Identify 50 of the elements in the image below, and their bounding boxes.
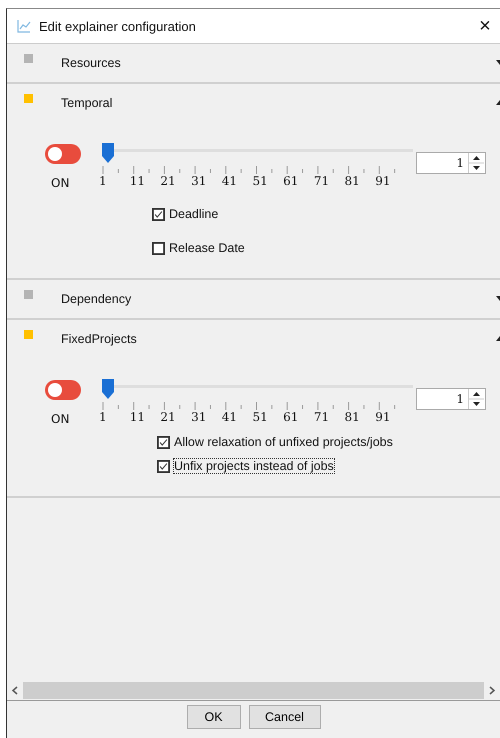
tick-label: 41 <box>222 410 238 424</box>
checkbox-label[interactable]: Release Date <box>168 240 246 256</box>
number-spinner[interactable]: 1 <box>416 388 486 410</box>
tick-label: 21 <box>160 174 177 188</box>
chart-icon <box>17 19 31 33</box>
tick-label: 81 <box>344 410 361 424</box>
tick-label: 31 <box>191 174 208 188</box>
tick-label: 21 <box>160 410 177 424</box>
section-title: FixedProjects <box>61 332 137 346</box>
slider-thumb[interactable] <box>101 142 115 164</box>
switch-label: ON <box>51 176 70 190</box>
checkbox-label[interactable]: Allow relaxation of unfixed projects/jobs <box>173 434 394 450</box>
tick-label: 31 <box>191 410 208 424</box>
section-header[interactable]: Temporal <box>7 84 500 122</box>
tick-label: 11 <box>130 410 146 424</box>
checkbox[interactable] <box>152 208 165 220</box>
number-spinner[interactable]: 1 <box>416 152 486 174</box>
switch-label: ON <box>51 412 70 426</box>
tick-label: 61 <box>283 174 300 188</box>
cancel-button[interactable]: Cancel <box>248 705 320 729</box>
checkbox[interactable] <box>157 460 170 472</box>
tick-label: 61 <box>283 410 300 424</box>
section-header[interactable]: Dependency <box>7 280 500 318</box>
tick-label: 41 <box>222 174 238 188</box>
tick-label: 1 <box>99 174 108 188</box>
checkbox-label[interactable]: Unfix projects instead of jobs <box>173 458 335 474</box>
tick-label: 71 <box>314 174 330 188</box>
tick-label: 1 <box>99 410 108 424</box>
tick-label: 91 <box>375 410 392 424</box>
tick-label: 91 <box>375 174 392 188</box>
section-header[interactable]: Resources <box>7 44 500 82</box>
section-title: Dependency <box>61 292 132 306</box>
toggle-switch[interactable] <box>45 380 81 400</box>
tick-label: 51 <box>252 410 269 424</box>
checkbox-label[interactable]: Deadline <box>168 206 220 222</box>
close-button[interactable]: × <box>472 16 498 36</box>
tick-label: 71 <box>314 410 330 424</box>
checkbox[interactable] <box>152 242 165 254</box>
tick-label: 11 <box>130 174 146 188</box>
checkbox[interactable] <box>157 436 170 448</box>
scrollbar-thumb[interactable] <box>23 682 484 699</box>
section-title: Resources <box>61 56 121 70</box>
tick-label: 51 <box>252 174 269 188</box>
section-title: Temporal <box>61 96 112 110</box>
tick-label: 81 <box>344 174 361 188</box>
window-title: Edit explainer configuration <box>39 18 197 34</box>
slider-thumb[interactable] <box>101 378 115 400</box>
toggle-switch[interactable] <box>45 144 81 164</box>
ok-button[interactable]: OK <box>186 705 240 729</box>
section-header[interactable]: FixedProjects <box>7 320 500 358</box>
